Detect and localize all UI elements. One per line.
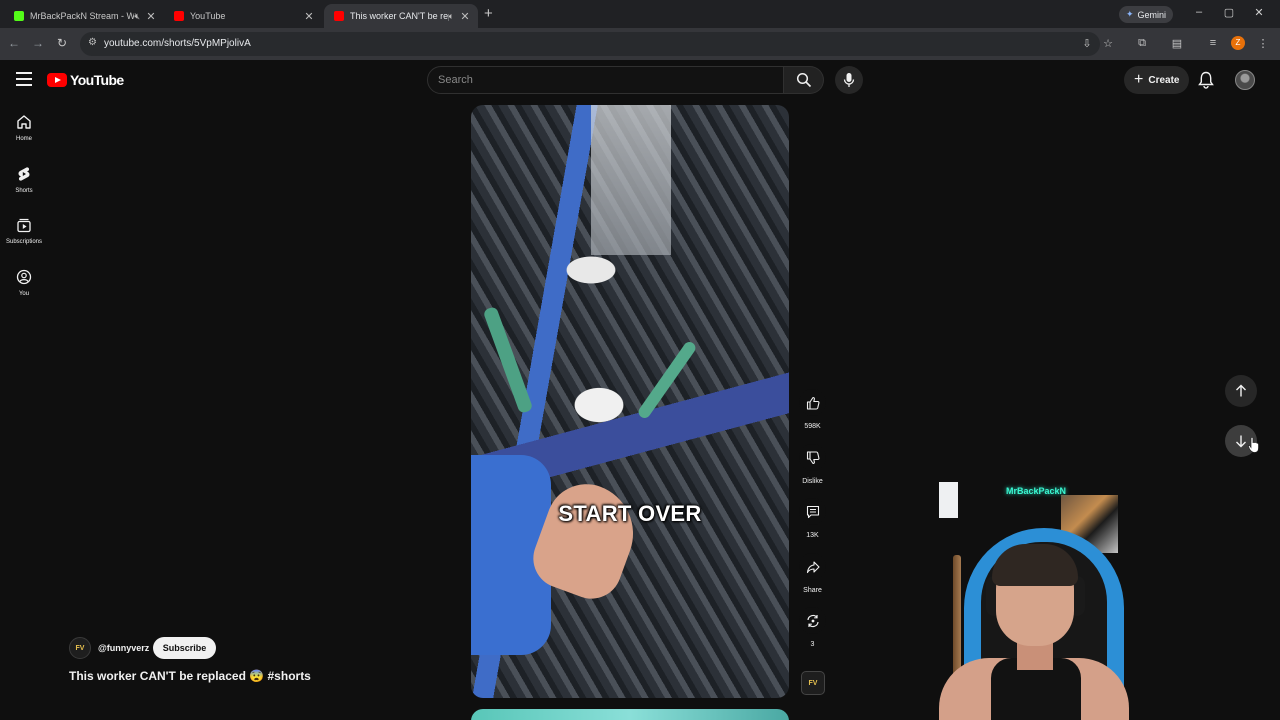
youtube-play-icon — [47, 73, 67, 87]
dislike-label: Dislike — [802, 478, 823, 485]
site-info-icon[interactable]: ⚙ — [88, 37, 97, 48]
forward-icon[interactable]: → — [30, 36, 46, 50]
thumbs-down-icon — [806, 450, 819, 464]
address-url[interactable]: youtube.com/shorts/5VpMPjolivA — [104, 38, 251, 49]
account-avatar[interactable] — [1235, 70, 1255, 90]
rail-item-shorts[interactable]: Shorts — [0, 166, 48, 194]
channel-avatar[interactable]: FV — [69, 637, 91, 659]
video-frame-machine — [591, 105, 671, 255]
comment-count: 13K — [806, 532, 819, 539]
notifications-bell-icon[interactable] — [1198, 71, 1214, 94]
sound-track-button[interactable]: FV — [801, 671, 825, 695]
rail-item-home[interactable]: Home — [0, 114, 48, 142]
video-caption: START OVER — [558, 501, 702, 526]
guide-menu-icon[interactable] — [16, 72, 32, 86]
webcam-wall-poster — [939, 482, 958, 518]
reload-icon[interactable]: ↻ — [54, 36, 70, 50]
thumbs-up-icon — [806, 396, 819, 410]
browser-menu-icon[interactable]: ⋮ — [1256, 37, 1270, 50]
side-panel-icon[interactable]: ▤ — [1170, 37, 1184, 50]
comments-button[interactable]: 13K — [799, 498, 826, 539]
short-title: This worker CAN'T be replaced 😨 #shorts — [69, 669, 311, 683]
arrow-up-icon — [1236, 384, 1246, 397]
search-button[interactable] — [784, 66, 824, 94]
search-icon — [796, 72, 811, 88]
rail-label: You — [18, 291, 30, 297]
tab-title: MrBackPackN Stream - Wa — [30, 11, 135, 21]
rail-item-you[interactable]: You — [0, 269, 48, 297]
close-tab-icon[interactable]: ✕ — [302, 10, 316, 23]
close-tab-icon[interactable]: ✕ — [144, 10, 158, 23]
youtube-logo[interactable]: YouTube — [47, 72, 124, 88]
back-icon[interactable]: ← — [6, 36, 22, 50]
minimize-window-icon[interactable]: – — [1189, 6, 1209, 18]
webcam-streamer-hair — [992, 544, 1078, 586]
subscriptions-icon — [17, 218, 31, 233]
remix-button[interactable]: 3 — [799, 607, 826, 648]
browser-tab-short[interactable]: This worker CAN'T be replac 🔈︎ ✕ — [324, 4, 478, 28]
youtube-favicon-icon — [174, 11, 184, 21]
voice-search-button[interactable] — [835, 66, 863, 94]
comment-icon — [806, 505, 819, 518]
previous-short-button[interactable] — [1225, 375, 1257, 407]
share-button[interactable]: Share — [799, 553, 826, 594]
share-label: Share — [803, 587, 822, 594]
remix-count: 3 — [810, 641, 815, 648]
microphone-icon — [843, 73, 855, 87]
mouse-pointer-icon — [1248, 437, 1259, 453]
search-input[interactable] — [428, 67, 783, 93]
rail-label: Home — [15, 136, 32, 142]
gemini-label: Gemini — [1137, 9, 1167, 20]
browser-tab-youtube[interactable]: YouTube ✕ — [164, 4, 322, 28]
youtube-masthead: YouTube + Create — [0, 60, 1280, 100]
like-count: 598K — [804, 423, 821, 430]
extensions-icon[interactable]: ⧉ — [1135, 37, 1149, 50]
rail-label: Subscriptions — [5, 239, 43, 245]
share-arrow-icon — [806, 560, 820, 573]
create-button[interactable]: + Create — [1124, 66, 1190, 94]
home-icon — [17, 115, 31, 129]
rail-item-subscriptions[interactable]: Subscriptions — [0, 217, 48, 245]
webcam-neon-sign: MrBackPackN — [1006, 486, 1067, 496]
tab-search-icon[interactable]: ≡ — [1206, 37, 1220, 49]
dislike-button[interactable]: Dislike — [799, 444, 826, 485]
youtube-favicon-icon — [334, 11, 344, 21]
next-short-preview[interactable] — [471, 709, 789, 720]
create-label: Create — [1148, 74, 1180, 86]
tab-title: This worker CAN'T be replac — [350, 11, 449, 21]
rail-label: Shorts — [15, 188, 33, 194]
kick-favicon-icon — [14, 11, 24, 21]
short-video-player[interactable]: START OVER — [471, 105, 789, 698]
muted-icon[interactable]: 🔇︎ — [134, 11, 140, 22]
browser-tab-kick[interactable]: MrBackPackN Stream - Wa 🔇︎ ✕ — [4, 4, 164, 28]
address-bar[interactable]: ⚙ youtube.com/shorts/5VpMPjolivA — [80, 32, 1100, 56]
tab-title: YouTube — [190, 11, 226, 21]
video-frame-pipe — [482, 305, 534, 415]
close-tab-icon[interactable]: ✕ — [458, 10, 472, 23]
youtube-logo-text: YouTube — [70, 72, 124, 88]
video-frame-pipe — [636, 339, 698, 421]
profile-avatar[interactable]: Z — [1231, 36, 1245, 50]
you-icon — [16, 269, 32, 285]
shorts-icon — [18, 167, 30, 181]
search-box — [427, 66, 784, 94]
streamer-webcam-overlay: MrBackPackN — [939, 480, 1129, 720]
remix-icon — [806, 614, 819, 627]
maximize-window-icon[interactable]: ▢ — [1219, 6, 1239, 19]
subscribe-button[interactable]: Subscribe — [153, 637, 216, 659]
install-app-icon[interactable]: ⇩ — [1080, 37, 1094, 50]
arrow-down-icon — [1236, 435, 1246, 448]
plus-icon: + — [1134, 71, 1144, 88]
speaker-icon[interactable]: 🔈︎ — [449, 11, 454, 22]
new-tab-button[interactable]: + — [484, 5, 493, 22]
browser-tab-strip: MrBackPackN Stream - Wa 🔇︎ ✕ YouTube ✕ T… — [0, 0, 1280, 28]
like-button[interactable]: 598K — [799, 389, 826, 430]
gemini-button[interactable]: ✦ Gemini — [1119, 6, 1174, 23]
browser-toolbar: ← → ↻ ⚙ youtube.com/shorts/5VpMPjolivA ⇩… — [0, 28, 1280, 60]
close-window-icon[interactable]: ✕ — [1249, 6, 1269, 19]
bookmark-star-icon[interactable]: ☆ — [1101, 37, 1115, 50]
gemini-sparkle-icon: ✦ — [1126, 9, 1134, 19]
channel-handle[interactable]: @funnyverz — [98, 643, 149, 653]
